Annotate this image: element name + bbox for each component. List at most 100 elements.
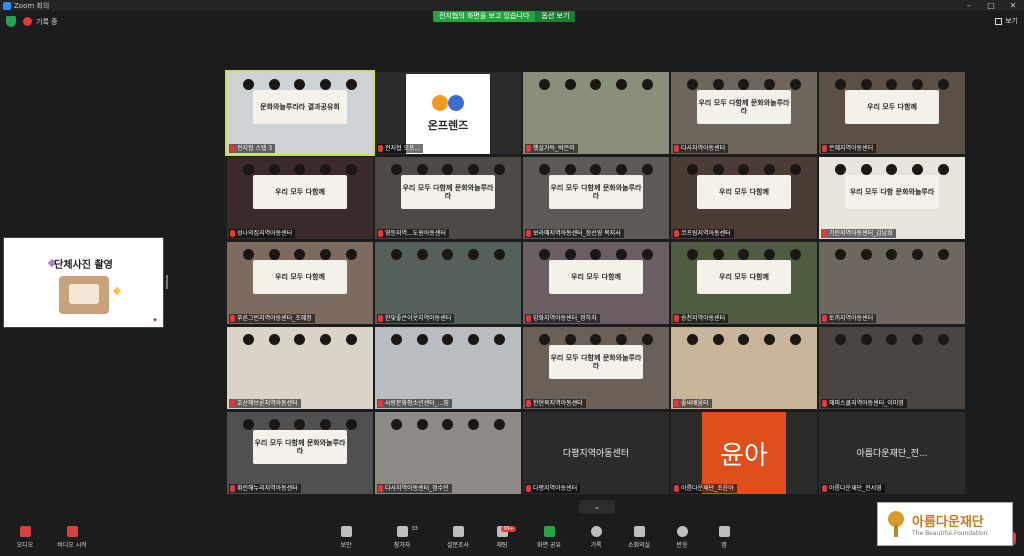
- participant-heads: [236, 333, 364, 349]
- participant-tile[interactable]: 토끼지역아동센터: [819, 242, 965, 324]
- share-screen-icon: [543, 526, 555, 537]
- participant-tile[interactable]: 우리 모두 다함께 양화지역아동센터_정하자: [523, 242, 669, 324]
- participant-name-tag: 해피스쿨지역아동센터_이미영: [821, 399, 907, 408]
- participants-count: 33: [411, 526, 418, 532]
- apps-icon: [718, 526, 730, 537]
- tree-logo-icon: [884, 511, 908, 537]
- share-label: 화면 공유: [537, 542, 561, 549]
- participants-icon: [396, 526, 408, 537]
- participant-tile[interactable]: 우리 모두 다함께 문화와놀루라라 영등지역...도원아동센터: [375, 157, 521, 239]
- shared-screen-thumbnail[interactable]: 단체사진 촬영 ◆: [3, 237, 164, 328]
- recording-label: 기록 중: [36, 18, 58, 26]
- microphone-muted-icon: [674, 315, 679, 322]
- participant-tile[interactable]: 우리 모두 다함께 코프링지역아동센터: [671, 157, 817, 239]
- tile-banner-text: 문화와놀루라라 결과공유회: [253, 90, 347, 125]
- gallery-view-icon: [995, 17, 1003, 25]
- recording-icon[interactable]: [23, 17, 32, 26]
- camera-illustration: [59, 276, 109, 314]
- participant-tile[interactable]: 우리 모두 다함께 성나의집지역아동센터: [227, 157, 373, 239]
- participant-name-tag: 송천지역아동센터: [673, 314, 729, 323]
- shared-slide-title: 단체사진 촬영: [54, 260, 113, 271]
- participant-name-tag: 푸른그린지역아동센터_조혜정: [229, 314, 315, 323]
- view-button[interactable]: 보기: [995, 16, 1018, 26]
- participant-tile[interactable]: 온프렌즈 전지협 오프...: [375, 72, 521, 154]
- apps-button[interactable]: 앱: [704, 526, 744, 549]
- participant-heads: [532, 78, 660, 94]
- audio-label: 오디오: [16, 542, 34, 549]
- participant-tile[interactable]: 사랑문화청소년센터_...힘: [375, 327, 521, 409]
- participant-tile[interactable]: 우리 모두 다함께은혜지역아동센터: [819, 72, 965, 154]
- participant-name: 은혜지역아동센터: [829, 145, 874, 152]
- breakout-rooms-button[interactable]: 소회의실: [619, 526, 659, 549]
- participant-tile[interactable]: 문화와놀루라라 결과공유회전지협 스탭 3: [225, 70, 375, 156]
- video-button[interactable]: 비디오 시작: [52, 526, 92, 549]
- share-banner-message: 전지협의 화면을 보고 있습니다: [439, 12, 530, 20]
- polls-button[interactable]: 설문조사: [438, 526, 478, 549]
- participant-tile[interactable]: 햇살가득_박은미: [523, 72, 669, 154]
- participant-tile[interactable]: 아름다운재단_전... 아름다운재단_전서영: [819, 412, 965, 494]
- slide-logo-icon: ◆: [153, 317, 157, 323]
- participant-tile[interactable]: 호산해브론지역아동센터: [227, 327, 373, 409]
- microphone-muted-icon: [230, 400, 235, 407]
- participant-name: 해피스쿨지역아동센터_이미영: [829, 400, 904, 407]
- participant-tile[interactable]: 다평지역아동센터 다평지역아동센터: [523, 412, 669, 494]
- microphone-muted-icon: [230, 230, 235, 237]
- security-label: 보안: [340, 542, 352, 549]
- tile-banner-text: 우리 모두 다함께 문화와놀루라라: [697, 90, 791, 125]
- tile-banner-text: 우리 모두 다함께: [253, 260, 347, 295]
- participant-heads: [384, 418, 512, 434]
- security-button[interactable]: 보안: [326, 526, 366, 549]
- view-options-button[interactable]: 옵션 보기: [535, 11, 576, 22]
- chat-button[interactable]: 채팅 99+: [482, 526, 522, 549]
- participant-tile[interactable]: 해피스쿨지역아동센터_이미영: [819, 327, 965, 409]
- record-icon: [590, 526, 602, 537]
- participant-name-tag: 양화지역아동센터_정하자: [525, 314, 600, 323]
- record-button[interactable]: 기록: [576, 526, 616, 549]
- participant-tile[interactable]: 우리 모두 다함께 문화와놀루라라 보라매지역아동센터_정선영 복지사: [523, 157, 669, 239]
- participant-name: 전지협 오프...: [385, 145, 421, 152]
- encryption-shield-icon[interactable]: [6, 16, 16, 27]
- participant-name: 푸른그린지역아동센터_조혜정: [237, 315, 312, 322]
- zoom-window: Zoom 회의 – □ ✕ 기록 중 전지협의 화면을 보고 있습니다 옵션 보…: [0, 0, 1024, 556]
- close-icon[interactable]: ✕: [1002, 0, 1024, 11]
- participant-tile[interactable]: 우리 모두 다함께 문화와놀루라라 한현북지역아동센터: [523, 327, 669, 409]
- gallery-next-page-button[interactable]: ⌄: [579, 500, 615, 514]
- minimize-icon[interactable]: –: [958, 0, 980, 11]
- participant-name-tag: 다사지역아동센터: [673, 144, 729, 153]
- share-screen-button[interactable]: 화면 공유: [529, 526, 569, 549]
- participant-display-name: 아름다운재단_전...: [856, 449, 928, 459]
- participant-tile[interactable]: 우리 모두 다함께푸른그린지역아동센터_조혜정: [227, 242, 373, 324]
- participant-name: 한현북지역아동센터: [533, 400, 583, 407]
- participant-tile[interactable]: 우리 모두 다함께 문화와놀루라라 휘린해누리지역아동센터: [227, 412, 373, 494]
- participant-tile[interactable]: 우리 모두 다함 문화와놀루라기린지역아동센터_김남희: [819, 157, 965, 239]
- microphone-muted-icon: [378, 485, 383, 492]
- participant-name-tag: 영등지역...도원아동센터: [377, 229, 449, 238]
- record-label: 기록: [590, 542, 602, 549]
- microphone-muted-icon: [526, 485, 531, 492]
- tile-banner-text: 우리 모두 다함께: [845, 90, 939, 125]
- split-view-handle[interactable]: [166, 275, 168, 289]
- maximize-icon[interactable]: □: [980, 0, 1002, 11]
- tile-banner-text: 우리 모두 다함께 문화와놀루라라: [549, 175, 643, 210]
- tile-banner-text: 우리 모두 다함 문화와놀루라: [845, 175, 939, 210]
- foundation-name-ko: 아름다운재단: [912, 515, 984, 530]
- reactions-button[interactable]: 반응: [662, 526, 702, 549]
- participant-name: 기린지역아동센터_김남희: [829, 230, 893, 237]
- audio-button[interactable]: 오디오: [5, 526, 45, 549]
- participant-tile[interactable]: 우리 모두 다함께 송천지역아동센터: [671, 242, 817, 324]
- participant-tile[interactable]: 좋씨배움터: [671, 327, 817, 409]
- meeting-toolbar: 오디오 비디오 시작 보안 참가자 33 설문조사 채팅 99+ 화면 공유 기록 …: [0, 522, 1024, 556]
- participant-name: 전지협 스탭 3: [237, 145, 273, 152]
- participant-tile[interactable]: 윤아 아름다운재단_조윤아: [671, 412, 817, 494]
- participant-tile[interactable]: 우리 모두 다함께 문화와놀루라라다사지역아동센터: [671, 72, 817, 154]
- microphone-muted-icon: [526, 230, 531, 237]
- breakout-label: 소회의실: [627, 542, 651, 549]
- participant-heads: [828, 333, 956, 349]
- microphone-muted-icon: [378, 400, 383, 407]
- participant-name: 휘린해누리지역아동센터: [237, 485, 298, 492]
- participant-name: 아름다운재단_전서영: [829, 485, 882, 492]
- participants-button[interactable]: 참가자 33: [382, 526, 422, 549]
- participant-tile[interactable]: 한빛좋은이웃지역아동센터: [375, 242, 521, 324]
- participant-name: 호산해브론지역아동센터: [237, 400, 298, 407]
- participant-tile[interactable]: 다사지역아동센터_정수민: [375, 412, 521, 494]
